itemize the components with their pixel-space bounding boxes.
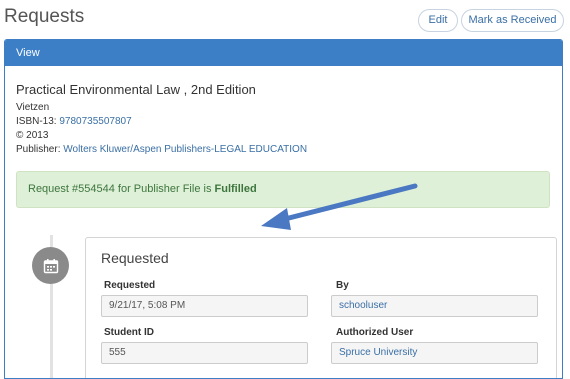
- alert-status: Fulfilled: [214, 183, 257, 195]
- by-label: By: [336, 280, 349, 291]
- publisher-link[interactable]: Wolters Kluwer/Aspen Publishers-LEGAL ED…: [63, 144, 307, 155]
- edit-button[interactable]: Edit: [418, 9, 458, 32]
- requested-date-field[interactable]: 9/21/17, 5:08 PM: [101, 295, 308, 317]
- mark-as-received-button[interactable]: Mark as Received: [461, 9, 564, 32]
- requested-label: Requested: [104, 280, 156, 291]
- isbn-link[interactable]: 9780735507807: [59, 116, 131, 127]
- student-id-label: Student ID: [104, 327, 154, 338]
- panel-header: View: [5, 40, 562, 66]
- book-author: Vietzen: [16, 102, 50, 113]
- authorized-user-label: Authorized User: [336, 327, 414, 338]
- calendar-icon: [43, 258, 58, 273]
- card-title: Requested: [101, 250, 169, 266]
- page-title: Requests: [4, 6, 85, 27]
- alert-text: Request #554544 for Publisher File is: [28, 183, 215, 195]
- timeline-marker: [32, 247, 69, 284]
- book-publisher: Publisher: Wolters Kluwer/Aspen Publishe…: [16, 144, 307, 155]
- requested-card: Requested Requested 9/21/17, 5:08 PM By …: [85, 237, 557, 378]
- book-copyright: © 2013: [16, 130, 49, 141]
- student-id-field[interactable]: 555: [101, 342, 308, 364]
- publisher-label: Publisher:: [16, 144, 64, 155]
- arrow-icon: [261, 183, 418, 230]
- by-field[interactable]: schooluser: [331, 295, 538, 317]
- authorized-user-field[interactable]: Spruce University: [331, 342, 538, 364]
- isbn-label: ISBN-13:: [16, 116, 60, 127]
- book-title: Practical Environmental Law , 2nd Editio…: [16, 82, 256, 97]
- view-panel: View Practical Environmental Law , 2nd E…: [4, 39, 563, 379]
- book-isbn: ISBN-13: 9780735507807: [16, 116, 132, 127]
